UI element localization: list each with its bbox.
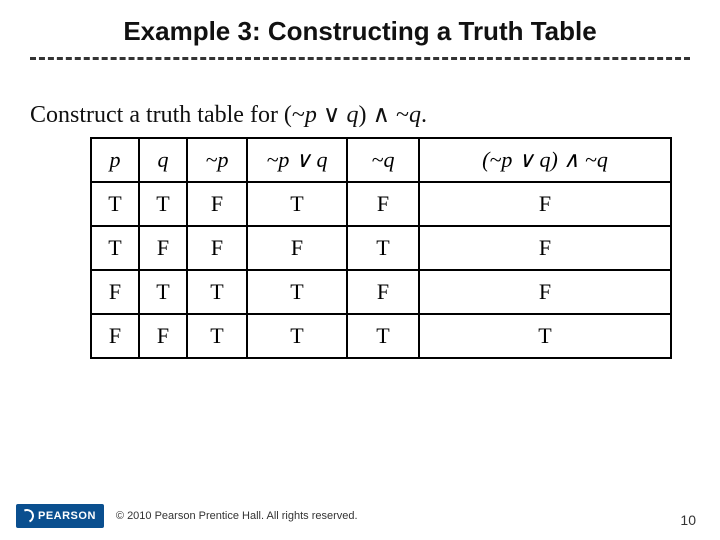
- cell: F: [139, 226, 187, 270]
- table-row: T T F T F F: [91, 182, 671, 226]
- cell: T: [187, 314, 247, 358]
- cell: T: [139, 182, 187, 226]
- instruction-text: Construct a truth table for (~p ∨ q) ∧ ~…: [0, 60, 720, 137]
- brand-text: PEARSON: [38, 510, 96, 522]
- col-result: (~p ∨ q) ∧ ~q: [419, 138, 671, 182]
- truth-table: p q ~p ~p ∨ q ~q (~p ∨ q) ∧ ~q T T F T F…: [90, 137, 672, 359]
- cell: F: [187, 226, 247, 270]
- cell: F: [347, 270, 419, 314]
- footer: PEARSON © 2010 Pearson Prentice Hall. Al…: [0, 502, 720, 530]
- cell: T: [187, 270, 247, 314]
- col-q: q: [139, 138, 187, 182]
- page-number: 10: [680, 512, 696, 528]
- table-row: F F T T T T: [91, 314, 671, 358]
- copyright-text: © 2010 Pearson Prentice Hall. All rights…: [116, 510, 358, 522]
- col-not-q: ~q: [347, 138, 419, 182]
- table-row: F T T T F F: [91, 270, 671, 314]
- brand-badge: PEARSON: [16, 504, 104, 528]
- cell: F: [419, 270, 671, 314]
- instr-var-q2: q: [409, 102, 421, 128]
- cell: T: [91, 226, 139, 270]
- instr-var-q: q: [347, 102, 359, 128]
- cell: F: [139, 314, 187, 358]
- page-title: Example 3: Constructing a Truth Table: [0, 0, 720, 57]
- truth-table-container: p q ~p ~p ∨ q ~q (~p ∨ q) ∧ ~q T T F T F…: [0, 137, 720, 359]
- cell: F: [91, 270, 139, 314]
- cell: F: [247, 226, 347, 270]
- cell: T: [247, 270, 347, 314]
- cell: F: [187, 182, 247, 226]
- instr-part: .: [421, 102, 427, 128]
- pearson-arc-icon: [18, 507, 36, 525]
- instr-var-p: p: [305, 102, 317, 128]
- instr-part: Construct a truth table for (~: [30, 102, 305, 128]
- cell: T: [247, 314, 347, 358]
- cell: T: [347, 226, 419, 270]
- table-header-row: p q ~p ~p ∨ q ~q (~p ∨ q) ∧ ~q: [91, 138, 671, 182]
- instr-part: ) ∧ ~: [359, 102, 410, 128]
- cell: T: [347, 314, 419, 358]
- instr-part: ∨: [317, 102, 347, 128]
- cell: T: [419, 314, 671, 358]
- cell: F: [419, 226, 671, 270]
- table-body: T T F T F F T F F F T F F T T T F F: [91, 182, 671, 358]
- cell: F: [91, 314, 139, 358]
- cell: F: [347, 182, 419, 226]
- cell: T: [247, 182, 347, 226]
- cell: T: [91, 182, 139, 226]
- col-np-or-q: ~p ∨ q: [247, 138, 347, 182]
- col-p: p: [91, 138, 139, 182]
- cell: F: [419, 182, 671, 226]
- cell: T: [139, 270, 187, 314]
- table-row: T F F F T F: [91, 226, 671, 270]
- col-not-p: ~p: [187, 138, 247, 182]
